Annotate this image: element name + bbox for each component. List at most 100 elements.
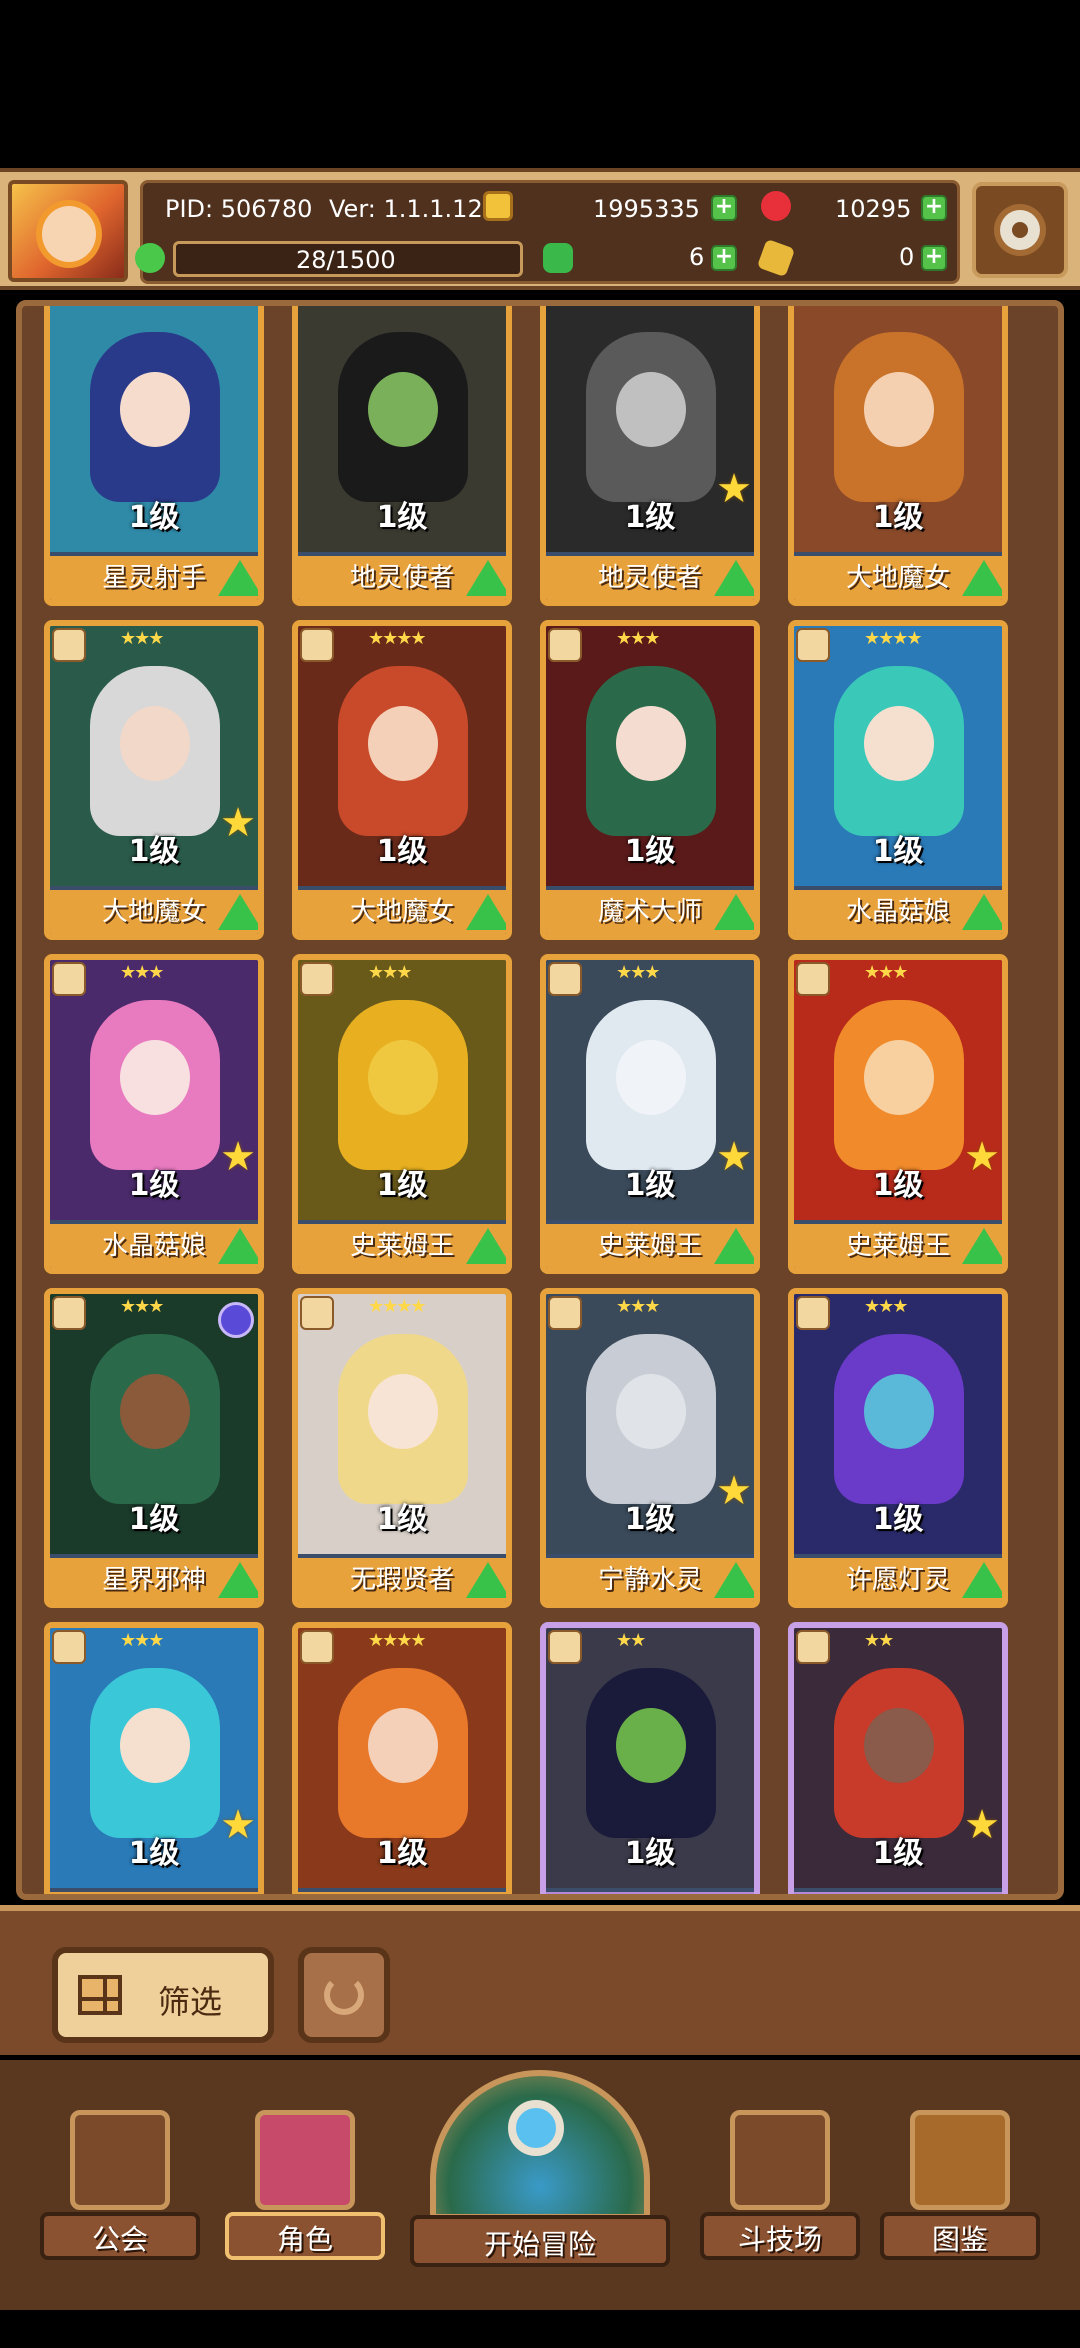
upgrade-arrow-icon[interactable] bbox=[466, 894, 506, 930]
character-card[interactable]: 1级 星灵射手 bbox=[44, 306, 264, 606]
character-card[interactable]: ★★★ 1级 史莱姆王 bbox=[292, 954, 512, 1274]
upgrade-arrow-icon[interactable] bbox=[962, 560, 1002, 596]
upgrade-arrow-icon[interactable] bbox=[218, 1228, 258, 1264]
upgrade-arrow-icon[interactable] bbox=[218, 894, 258, 930]
upgrade-arrow-icon[interactable] bbox=[714, 560, 754, 596]
class-icon bbox=[300, 628, 334, 662]
character-card[interactable]: ★★★ 1级 许愿灯灵 bbox=[788, 1288, 1008, 1608]
character-card[interactable]: ★★★ 1级 魔术大师 bbox=[540, 620, 760, 940]
upgrade-arrow-icon[interactable] bbox=[962, 1896, 1006, 1900]
upgrade-arrow-icon[interactable] bbox=[962, 1228, 1002, 1264]
character-face bbox=[120, 1708, 190, 1783]
avatar-portrait bbox=[42, 206, 96, 262]
character-card[interactable]: ★★★★ 1级 水晶菇娘 bbox=[788, 620, 1008, 940]
upgrade-arrow-icon[interactable] bbox=[714, 894, 754, 930]
character-face bbox=[368, 1708, 438, 1783]
rarity-stars: ★★★ bbox=[616, 1296, 660, 1317]
nav-codex[interactable]: 图鉴 bbox=[880, 2100, 1040, 2270]
character-grid-panel[interactable]: 1级 星灵射手 1级 地灵使者 1级 ★ 地灵使者 1级 大地魔女 ★★★ 1级 ★ 大地魔女 ★★★★ 1… bbox=[16, 300, 1064, 1900]
settings-button[interactable] bbox=[972, 182, 1068, 278]
filter-button[interactable]: 筛选 bbox=[52, 1947, 274, 2043]
book-icon bbox=[910, 2110, 1010, 2210]
gold-amount: 1995335 bbox=[593, 195, 700, 223]
character-face bbox=[864, 1708, 934, 1783]
rarity-stars: ★★ bbox=[864, 1630, 894, 1651]
upgrade-arrow-icon[interactable] bbox=[962, 1562, 1002, 1598]
experience-text: 28/1500 bbox=[296, 246, 396, 274]
add-keys-button[interactable]: + bbox=[921, 245, 947, 271]
add-clover-button[interactable]: + bbox=[711, 245, 737, 271]
character-face-icon bbox=[255, 2110, 355, 2210]
class-icon bbox=[548, 1630, 582, 1664]
class-icon bbox=[548, 962, 582, 996]
class-icon bbox=[300, 1296, 334, 1330]
rarity-stars: ★★★ bbox=[120, 962, 164, 983]
upgrade-arrow-icon[interactable] bbox=[218, 560, 258, 596]
character-card[interactable]: 1级 ★ 地灵使者 bbox=[540, 306, 760, 606]
upgrade-arrow-icon[interactable] bbox=[466, 1228, 506, 1264]
top-status-bar: PID: 506780 Ver: 1.1.1.12 1995335 + 1029… bbox=[0, 168, 1080, 290]
upgrade-arrow-icon[interactable] bbox=[466, 560, 506, 596]
character-name: 许愿灯灵 bbox=[50, 1892, 258, 1894]
character-card[interactable]: ★★★★ 1级 无瑕贤者 bbox=[292, 1288, 512, 1608]
nav-guild[interactable]: 公会 bbox=[40, 2100, 200, 2270]
nav-arena[interactable]: 斗技场 bbox=[700, 2100, 860, 2270]
filter-bar: 筛选 bbox=[0, 1905, 1080, 2055]
character-level: 1级 bbox=[624, 834, 676, 869]
character-card[interactable]: ★★★ 1级 星界邪神 bbox=[44, 1288, 264, 1608]
character-card[interactable]: ★★★ 1级 ★ 史莱姆王 bbox=[540, 954, 760, 1274]
class-icon bbox=[796, 1296, 830, 1330]
upgrade-arrow-icon[interactable] bbox=[466, 1562, 506, 1598]
character-face bbox=[368, 1040, 438, 1115]
nav-codex-label: 图鉴 bbox=[880, 2212, 1040, 2260]
upgrade-arrow-icon[interactable] bbox=[466, 1896, 510, 1900]
character-level: 1级 bbox=[128, 500, 180, 535]
rarity-stars: ★★ bbox=[616, 1630, 646, 1651]
add-gems-button[interactable]: + bbox=[921, 195, 947, 221]
character-face bbox=[616, 1374, 686, 1449]
character-card[interactable]: ★★★★ 1级 大地魔女 bbox=[292, 620, 512, 940]
upgrade-arrow-icon[interactable] bbox=[714, 1896, 758, 1900]
nav-character[interactable]: 角色 bbox=[225, 2100, 385, 2270]
class-icon bbox=[796, 1630, 830, 1664]
key-icon bbox=[756, 238, 796, 278]
character-card[interactable]: ★★★ 1级 ★ 大地魔女 bbox=[44, 620, 264, 940]
character-card[interactable]: ★★★★ 1级林中仙女 bbox=[292, 1622, 512, 1900]
player-avatar[interactable] bbox=[8, 180, 128, 282]
filter-grid-icon bbox=[78, 1975, 122, 2015]
character-card[interactable]: ★★★ 1级 ★ 史莱姆王 bbox=[788, 954, 1008, 1274]
class-icon bbox=[300, 962, 334, 996]
favorite-star-icon: ★ bbox=[964, 1802, 1000, 1848]
character-card[interactable]: 1级 地灵使者 bbox=[292, 306, 512, 606]
character-level: 1级 bbox=[872, 1502, 924, 1537]
refresh-button[interactable] bbox=[298, 1947, 390, 2043]
class-icon bbox=[52, 628, 86, 662]
upgrade-arrow-icon[interactable] bbox=[962, 894, 1002, 930]
character-card[interactable]: ★★ 1级狩猎勇士 bbox=[540, 1622, 760, 1900]
favorite-star-icon: ★ bbox=[716, 1134, 752, 1180]
class-icon bbox=[548, 628, 582, 662]
bottom-navigation: 公会 角色 开始冒险 斗技场 图鉴 bbox=[0, 2060, 1080, 2310]
character-name: 狩猎勇士 bbox=[546, 1892, 754, 1894]
upgrade-arrow-icon[interactable] bbox=[218, 1562, 258, 1598]
crossed-swords-icon bbox=[730, 2110, 830, 2210]
character-face bbox=[616, 1708, 686, 1783]
character-card[interactable]: ★★★1级★许愿灯灵 bbox=[44, 1622, 264, 1900]
key-amount: 0 bbox=[899, 243, 915, 271]
character-name: 狩猎勇士 bbox=[794, 1892, 1002, 1894]
character-card[interactable]: ★★★ 1级 ★ 宁静水灵 bbox=[540, 1288, 760, 1608]
add-gold-button[interactable]: + bbox=[711, 195, 737, 221]
class-icon bbox=[52, 1296, 86, 1330]
nav-start-adventure[interactable]: 开始冒险 bbox=[410, 2060, 670, 2275]
upgrade-arrow-icon[interactable] bbox=[714, 1228, 754, 1264]
character-card[interactable]: 1级 大地魔女 bbox=[788, 306, 1008, 606]
character-face bbox=[864, 1374, 934, 1449]
upgrade-arrow-icon[interactable] bbox=[218, 1896, 262, 1900]
upgrade-arrow-icon[interactable] bbox=[714, 1562, 754, 1598]
gem-amount: 10295 bbox=[835, 195, 912, 223]
character-face bbox=[368, 372, 438, 447]
level-leaf-icon bbox=[135, 243, 165, 273]
character-card[interactable]: ★★1级★狩猎勇士 bbox=[788, 1622, 1008, 1900]
character-card[interactable]: ★★★ 1级 ★ 水晶菇娘 bbox=[44, 954, 264, 1274]
clover-amount: 6 bbox=[689, 243, 705, 271]
